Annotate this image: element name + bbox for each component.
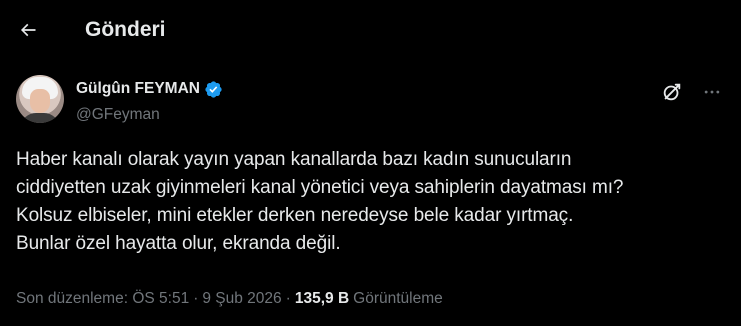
- top-bar: Gönderi: [0, 0, 741, 60]
- tweet-text: Haber kanalı olarak yayın yapan kanallar…: [16, 146, 731, 258]
- views-label: Görüntüleme: [353, 290, 443, 307]
- grok-button[interactable]: [659, 79, 685, 105]
- tweet-author: Gülgûn FEYMAN @GFeyman: [16, 72, 725, 128]
- tweet-text-line: Haber kanalı olarak yayın yapan kanallar…: [16, 149, 572, 170]
- verified-badge-icon[interactable]: [204, 80, 223, 99]
- more-horizontal-icon: [704, 90, 720, 94]
- grok-icon: [663, 83, 681, 101]
- edited-timestamp[interactable]: Son düzenleme: ÖS 5:51: [16, 289, 189, 309]
- more-options-button[interactable]: [699, 79, 725, 105]
- back-button[interactable]: [10, 12, 46, 48]
- tweet-date[interactable]: 9 Şub 2026: [202, 289, 281, 309]
- author-display-name[interactable]: Gülgûn FEYMAN: [76, 79, 200, 99]
- author-handle[interactable]: @GFeyman: [76, 105, 160, 125]
- tweet-text-line: Bunlar özel hayatta olur, ekranda değil.: [16, 233, 341, 254]
- meta-separator: ·: [193, 290, 199, 307]
- meta-separator: ·: [285, 290, 291, 307]
- tweet-text-line: Kolsuz elbiseler, mini etekler derken ne…: [16, 205, 574, 226]
- avatar[interactable]: [16, 75, 64, 123]
- author-name-row: Gülgûn FEYMAN: [76, 79, 223, 99]
- views-count: 135,9 B: [294, 290, 350, 307]
- arrow-left-icon: [20, 23, 36, 37]
- page-title: Gönderi: [85, 18, 166, 41]
- tweet-meta: Son düzenleme: ÖS 5:51 · 9 Şub 2026 · 13…: [16, 289, 443, 309]
- tweet-text-line: ciddiyetten uzak giyinmeleri kanal yönet…: [16, 177, 624, 198]
